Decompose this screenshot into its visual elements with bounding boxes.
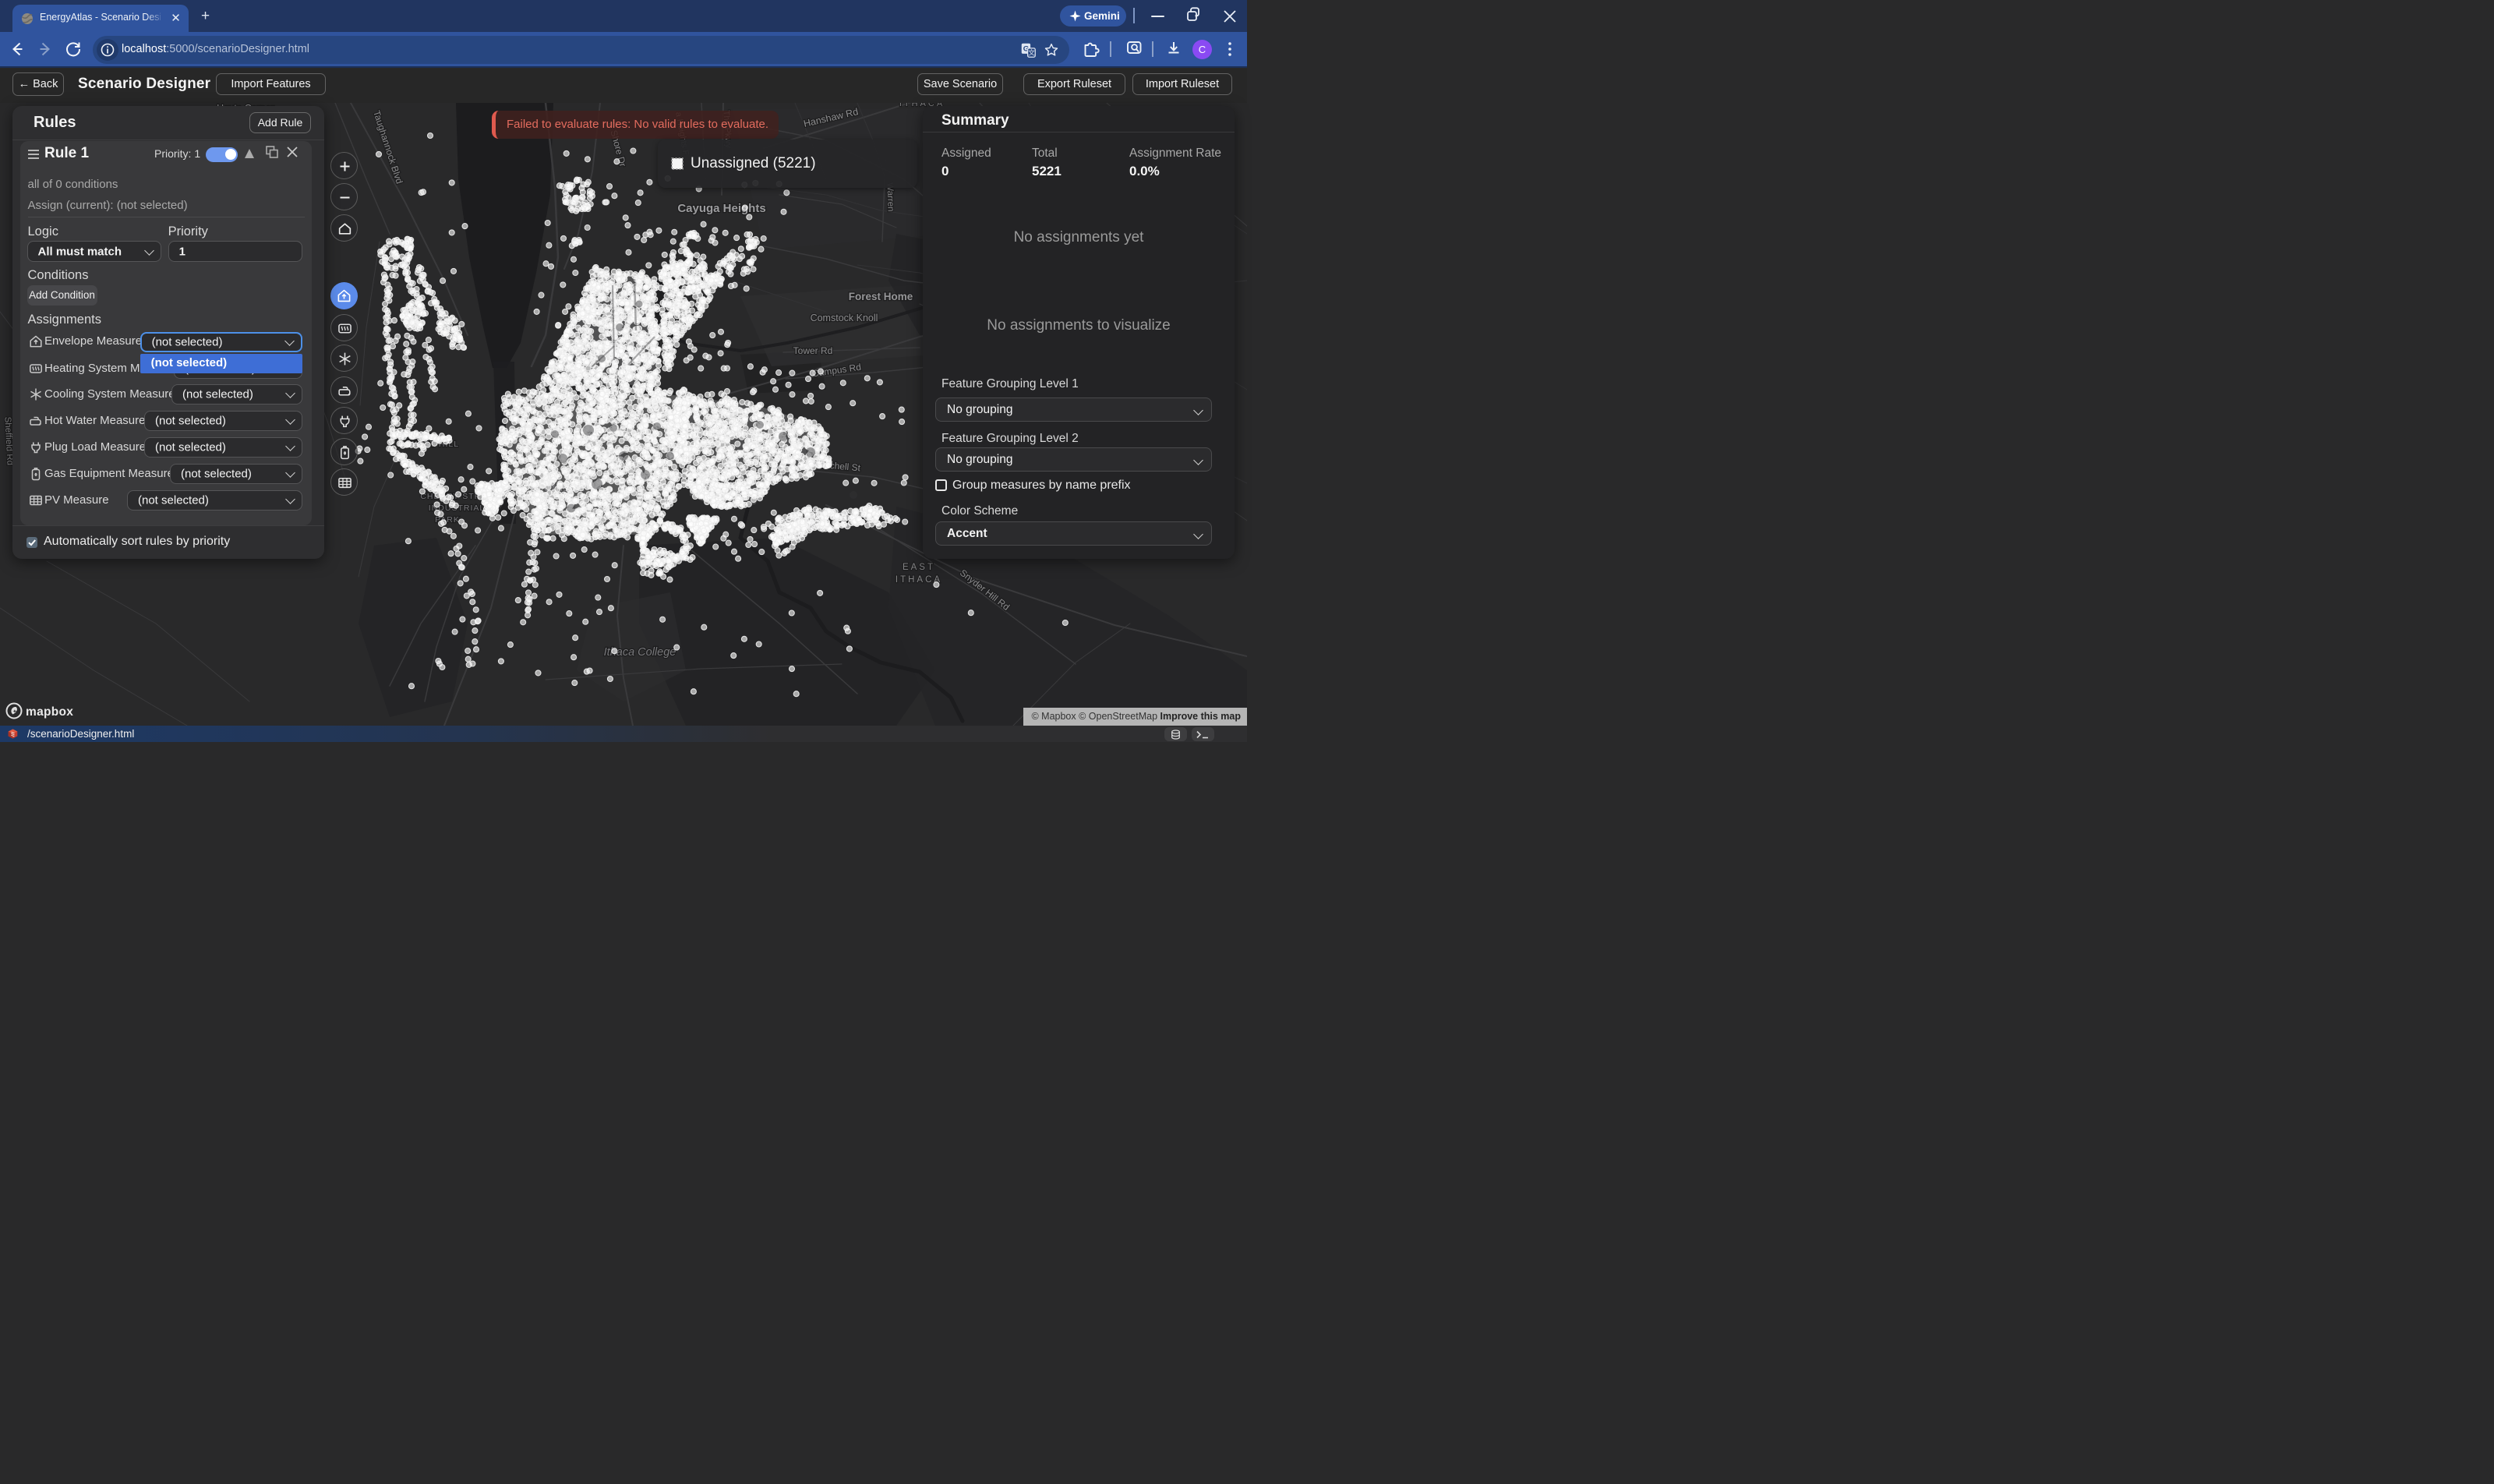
svg-text:Comstock Knoll: Comstock Knoll [811,313,878,323]
svg-text:EAST: EAST [903,563,935,572]
svg-text:Tower Rd: Tower Rd [793,345,833,356]
svg-text:Taughannock Blvd: Taughannock Blvd [371,109,405,186]
svg-text:文: 文 [1028,48,1035,56]
svg-text:Forest Home: Forest Home [849,291,913,302]
svg-text:Cayuga Heights: Cayuga Heights [677,202,765,215]
